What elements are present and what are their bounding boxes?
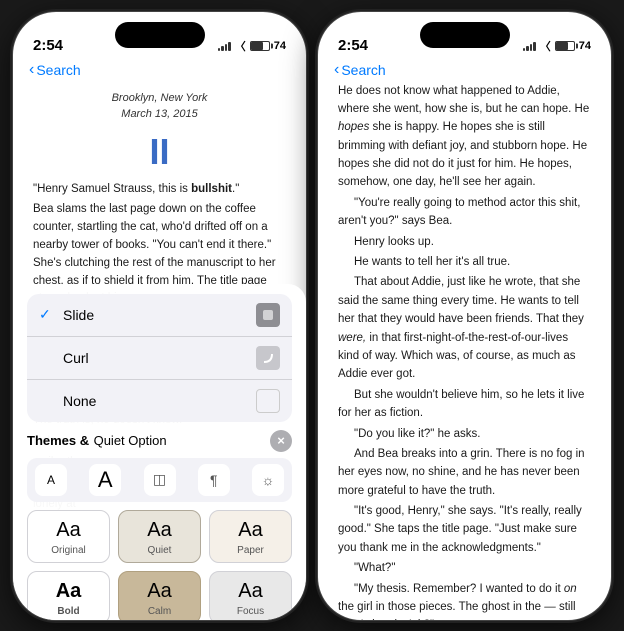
left-phone: 2:54 〈 74 ‹ Search xyxy=(12,11,307,621)
slide-check: ✓ xyxy=(39,306,55,323)
theme-card-focus[interactable]: Aa Focus xyxy=(209,571,292,621)
right-para-5: But she wouldn't believe him, so he lets… xyxy=(338,386,591,423)
none-label: None xyxy=(63,393,96,409)
book-location: Brooklyn, New York March 13, 2015 xyxy=(13,82,306,127)
nav-bar-left: ‹ Search xyxy=(13,60,306,82)
right-para-10: "My thesis. Remember? I wanted to do it … xyxy=(338,580,591,621)
theme-card-original[interactable]: Aa Original xyxy=(27,510,110,563)
theme-name-original: Original xyxy=(51,545,85,556)
small-a-label: A xyxy=(47,473,55,487)
right-para-1: "You're really going to method actor thi… xyxy=(338,194,591,231)
transition-menu: ✓ Slide ✓ Curl xyxy=(27,294,292,422)
wifi-icon-right: 〈 xyxy=(540,38,551,54)
overlay-panel: ✓ Slide ✓ Curl xyxy=(13,284,306,621)
close-button[interactable]: × xyxy=(270,430,292,452)
theme-name-calm: Calm xyxy=(148,606,171,617)
themes-header-row: Themes & Quiet Option × xyxy=(27,430,292,452)
status-icons-left: 〈 74 xyxy=(218,38,286,54)
font-option-button[interactable]: ¶ xyxy=(198,464,230,496)
wifi-icon: 〈 xyxy=(235,38,246,54)
right-text-body: He does not know what happened to Addie,… xyxy=(338,82,591,621)
theme-aa-paper: Aa xyxy=(238,519,262,542)
status-time-right: 2:54 xyxy=(338,37,368,54)
theme-aa-bold: Aa xyxy=(56,580,82,603)
transition-item-none[interactable]: ✓ None xyxy=(27,380,292,422)
none-icon xyxy=(256,389,280,413)
para-0: "Henry Samuel Strauss, this is bullshit.… xyxy=(33,181,286,199)
theme-card-bold[interactable]: Aa Bold xyxy=(27,571,110,621)
right-phone: 2:54 〈 74 ‹ Search xyxy=(317,11,612,621)
transition-item-curl[interactable]: ✓ Curl xyxy=(27,337,292,380)
theme-card-quiet[interactable]: Aa Quiet xyxy=(118,510,201,563)
status-icons-right: 〈 74 xyxy=(523,38,591,54)
right-para-9: "What?" xyxy=(338,559,591,577)
signal-icon xyxy=(218,41,231,51)
brightness-icon: ☼ xyxy=(262,472,275,488)
themes-grid: Aa Original Aa Quiet Aa Paper Aa Bold xyxy=(27,510,292,621)
large-a-label: A xyxy=(98,467,113,493)
battery-container xyxy=(250,40,270,52)
font-style-button[interactable]: ◫ xyxy=(144,464,176,496)
signal-icon-right xyxy=(523,41,536,51)
themes-label-group: Themes & Quiet Option xyxy=(27,432,167,450)
none-item-left: ✓ None xyxy=(39,392,96,409)
font-controls-row: A A ◫ ¶ ☼ xyxy=(27,458,292,502)
theme-aa-original: Aa xyxy=(56,519,80,542)
right-para-2: Henry looks up. xyxy=(338,233,591,251)
right-para-6: "Do you like it?" he asks. xyxy=(338,425,591,443)
back-label-right: Search xyxy=(341,62,385,78)
curl-icon xyxy=(256,346,280,370)
transition-item-slide[interactable]: ✓ Slide xyxy=(27,294,292,337)
back-button-right[interactable]: ‹ Search xyxy=(334,62,386,78)
font-increase-button[interactable]: A xyxy=(89,464,121,496)
slide-label: Slide xyxy=(63,307,94,323)
battery-number-right: 74 xyxy=(579,40,591,52)
brightness-button[interactable]: ☼ xyxy=(252,464,284,496)
theme-aa-focus: Aa xyxy=(238,580,262,603)
nav-bar-right: ‹ Search xyxy=(318,60,611,82)
battery-container-right xyxy=(555,40,575,52)
theme-aa-quiet: Aa xyxy=(147,519,171,542)
right-para-0: He does not know what happened to Addie,… xyxy=(338,82,591,192)
left-book-content: Brooklyn, New York March 13, 2015 II "He… xyxy=(13,82,306,621)
right-para-3: He wants to tell her it's all true. xyxy=(338,253,591,271)
right-para-8: "It's good, Henry," she says. "It's real… xyxy=(338,502,591,557)
theme-aa-calm: Aa xyxy=(147,580,171,603)
right-book-content: He does not know what happened to Addie,… xyxy=(318,82,611,621)
slide-item-left: ✓ Slide xyxy=(39,306,94,323)
text-style-icon: ◫ xyxy=(153,471,166,488)
location-text: Brooklyn, New York March 13, 2015 xyxy=(112,92,208,121)
back-chevron-icon-right: ‹ xyxy=(334,62,339,78)
battery-number: 74 xyxy=(274,40,286,52)
dynamic-island-right xyxy=(420,22,510,48)
right-para-7: And Bea breaks into a grin. There is no … xyxy=(338,445,591,500)
back-button-left[interactable]: ‹ Search xyxy=(29,62,81,78)
theme-card-paper[interactable]: Aa Paper xyxy=(209,510,292,563)
theme-name-focus: Focus xyxy=(237,606,264,617)
theme-name-bold: Bold xyxy=(57,606,79,617)
themes-label: Themes & xyxy=(27,433,89,448)
curl-label: Curl xyxy=(63,350,89,366)
back-chevron-icon: ‹ xyxy=(29,62,34,78)
curl-item-left: ✓ Curl xyxy=(39,349,89,366)
status-time-left: 2:54 xyxy=(33,37,63,54)
font-option-icon: ¶ xyxy=(210,472,218,488)
theme-card-calm[interactable]: Aa Calm xyxy=(118,571,201,621)
theme-name-paper: Paper xyxy=(237,545,264,556)
chapter-numeral: II xyxy=(13,131,306,173)
back-label-left: Search xyxy=(36,62,80,78)
dynamic-island xyxy=(115,22,205,48)
quiet-options-label: Quiet Option xyxy=(94,433,167,448)
slide-icon xyxy=(256,303,280,327)
right-para-4: That about Addie, just like he wrote, th… xyxy=(338,273,591,383)
theme-name-quiet: Quiet xyxy=(148,545,172,556)
font-decrease-button[interactable]: A xyxy=(35,464,67,496)
